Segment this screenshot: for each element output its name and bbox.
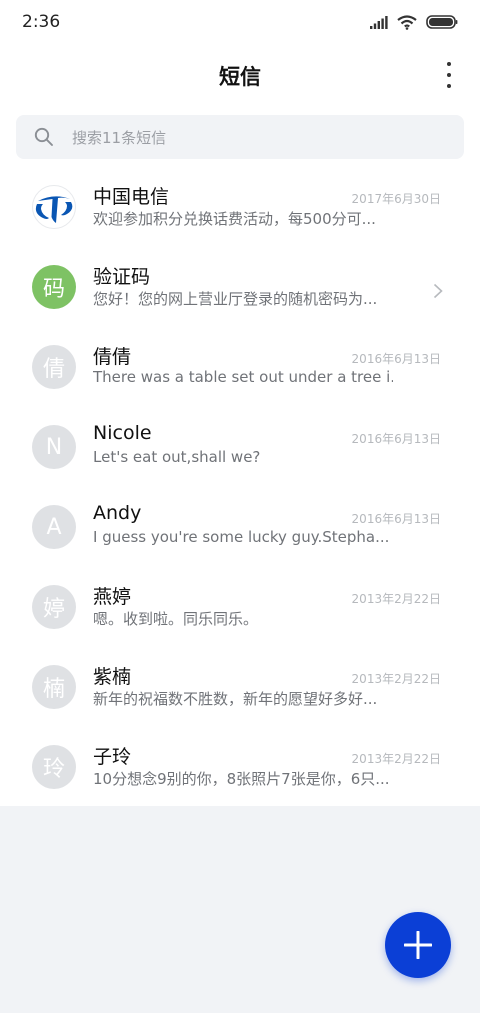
conversation-date: 2017年6月30日: [351, 192, 441, 206]
avatar: 倩: [32, 345, 76, 389]
conversation-name: 紫楠: [93, 666, 132, 688]
china-telecom-logo-avatar: [32, 185, 76, 229]
conversation-row[interactable]: N Nicole Let's eat out,shall we? 2016年6月…: [0, 410, 480, 490]
avatar: N: [32, 425, 76, 469]
conversation-row[interactable]: 楠 紫楠 新年的祝福数不胜数，新年的愿望好多好... 2013年2月22日: [0, 650, 480, 730]
status-icons: [370, 14, 458, 30]
conversation-preview: 欢迎参加积分兑换话费活动，每500分可...: [93, 210, 376, 228]
conversation-list: 中国电信 欢迎参加积分兑换话费活动，每500分可... 2017年6月30日 码…: [0, 170, 480, 806]
conversation-name: 倩倩: [93, 346, 132, 368]
conversation-name: Andy: [93, 502, 142, 524]
conversation-name: Nicole: [93, 422, 152, 444]
status-time: 2:36: [22, 12, 61, 32]
battery-icon: [426, 15, 458, 29]
conversation-row[interactable]: 码 验证码 您好！您的网上营业厅登录的随机密码为...: [0, 250, 480, 330]
conversation-date: 2016年6月13日: [351, 432, 441, 446]
avatar: 婷: [32, 585, 76, 629]
conversation-name: 燕婷: [93, 586, 132, 608]
china-telecom-logo-icon: [35, 196, 73, 223]
conversation-name: 中国电信: [93, 186, 170, 208]
search-area: 搜索11条短信: [0, 108, 480, 170]
conversation-date: 2016年6月13日: [351, 512, 441, 526]
plus-icon: [404, 931, 432, 959]
search-icon: [34, 127, 53, 146]
avatar: 楠: [32, 665, 76, 709]
conversation-date: 2013年2月22日: [351, 592, 441, 606]
conversation-row[interactable]: 倩 倩倩 There was a table set out under a t…: [0, 330, 480, 410]
conversation-row[interactable]: 中国电信 欢迎参加积分兑换话费活动，每500分可... 2017年6月30日: [0, 170, 480, 250]
avatar: 码: [32, 265, 76, 309]
conversation-preview: I guess you're some lucky guy.Stepha...: [93, 528, 390, 546]
conversation-name: 验证码: [93, 266, 151, 288]
search-placeholder: 搜索11条短信: [72, 128, 167, 147]
conversation-date: 2016年6月13日: [351, 352, 441, 366]
avatar: 玲: [32, 745, 76, 789]
signal-icon: [370, 15, 388, 29]
new-message-button[interactable]: [385, 912, 451, 978]
avatar: A: [32, 505, 76, 549]
conversation-preview: 10分想念9别的你，8张照片7张是你，6只...: [93, 770, 390, 788]
conversation-name: 子玲: [93, 746, 132, 768]
search-input[interactable]: 搜索11条短信: [16, 115, 464, 159]
conversation-preview: Let's eat out,shall we?: [93, 448, 261, 466]
header: 短信: [0, 44, 480, 108]
conversation-date: 2013年2月22日: [351, 752, 441, 766]
conversation-preview: 您好！您的网上营业厅登录的随机密码为...: [93, 290, 378, 308]
status-bar: 2:36: [0, 0, 480, 44]
conversation-preview: 嗯。收到啦。同乐同乐。: [93, 610, 259, 628]
page-title: 短信: [219, 65, 261, 89]
conversation-row[interactable]: 婷 燕婷 嗯。收到啦。同乐同乐。 2013年2月22日: [0, 570, 480, 650]
conversation-row[interactable]: A Andy I guess you're some lucky guy.Ste…: [0, 490, 480, 570]
chevron-right-icon[interactable]: [433, 283, 443, 299]
conversation-preview: There was a table set out under a tree i…: [93, 368, 393, 386]
wifi-icon: [397, 14, 417, 30]
more-vertical-icon[interactable]: [444, 62, 454, 88]
conversation-row[interactable]: 玲 子玲 10分想念9别的你，8张照片7张是你，6只... 2013年2月22日: [0, 730, 480, 810]
conversation-preview: 新年的祝福数不胜数，新年的愿望好多好...: [93, 690, 378, 708]
conversation-date: 2013年2月22日: [351, 672, 441, 686]
